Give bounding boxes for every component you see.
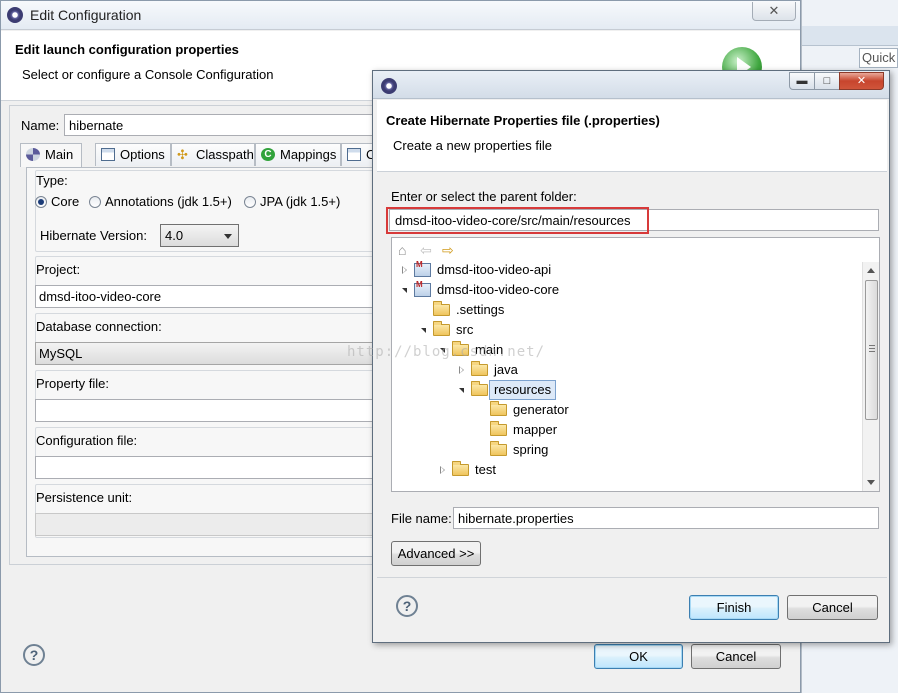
tab-main[interactable]: Main	[20, 143, 82, 167]
collapse-arrow-icon[interactable]	[421, 328, 426, 333]
configuration-file-label: Configuration file:	[36, 433, 138, 448]
folder-icon	[433, 301, 450, 316]
advanced-button[interactable]: Advanced >>	[391, 541, 481, 566]
configuration-file-input[interactable]	[35, 456, 390, 479]
eclipse-app-icon	[7, 7, 23, 23]
window-title: Edit Configuration	[30, 7, 142, 23]
tree-node-label: generator	[513, 402, 569, 417]
type-jpa-radio[interactable]	[244, 196, 256, 208]
type-core-radio[interactable]	[35, 196, 47, 208]
scrollbar-thumb[interactable]	[865, 280, 878, 420]
type-annotations-radio[interactable]	[89, 196, 101, 208]
project-input[interactable]: dmsd-itoo-video-core	[35, 285, 390, 308]
collapse-arrow-icon[interactable]	[459, 388, 464, 393]
tab-classpath-label: Classpath	[196, 147, 254, 162]
folder-icon	[471, 361, 488, 376]
tree-node-label: resources	[489, 380, 557, 400]
folder-tree: ⌂ ⇦ ⇨ dmsd-itoo-video-api dmsd-itoo-video…	[391, 237, 880, 492]
classpath-icon: ✣	[177, 147, 188, 162]
db-connection-label: Database connection:	[36, 319, 162, 334]
tab-mappings[interactable]: C Mappings	[255, 143, 341, 166]
dialog-titlebar: ▬ □ ✕	[373, 71, 889, 99]
header-description: Select or configure a Console Configurat…	[22, 67, 274, 82]
dialog-header: Create Hibernate Properties file (.prope…	[377, 100, 887, 172]
folder-icon	[433, 321, 450, 336]
project-icon	[414, 260, 431, 277]
type-jpa-label: JPA (jdk 1.5+)	[260, 194, 341, 209]
tree-node-label: .settings	[456, 302, 505, 317]
type-label: Type:	[36, 173, 68, 188]
hibernate-version-label: Hibernate Version:	[40, 228, 147, 243]
tree-scrollbar[interactable]	[862, 262, 879, 491]
expand-arrow-icon[interactable]	[440, 466, 445, 474]
folder-icon	[452, 461, 469, 476]
mappings-icon: C	[261, 148, 275, 161]
db-connection-select[interactable]: MySQL	[35, 342, 390, 365]
expand-arrow-icon[interactable]	[459, 366, 464, 374]
help-icon[interactable]: ?	[23, 644, 45, 666]
cancel-button[interactable]: Cancel	[691, 644, 781, 669]
tree-node-label: mapper	[513, 422, 558, 437]
dialog-description: Create a new properties file	[393, 138, 552, 153]
property-file-input[interactable]	[35, 399, 390, 422]
forward-arrow-icon[interactable]: ⇨	[442, 243, 454, 257]
watermark-text: http://blog.csdn.net/	[347, 344, 546, 360]
home-icon[interactable]: ⌂	[398, 243, 406, 257]
file-name-input[interactable]: hibernate.properties	[453, 507, 879, 529]
project-icon	[414, 280, 431, 297]
maximize-button[interactable]: □	[814, 72, 840, 90]
scroll-down-arrow-icon[interactable]	[867, 480, 875, 485]
file-name-label: File name:	[391, 511, 452, 526]
hibernate-version-value: 4.0	[165, 228, 184, 243]
header-title: Edit launch configuration properties	[15, 42, 239, 57]
quick-access-field[interactable]: Quick	[859, 48, 898, 68]
ide-toolbar-strip	[802, 26, 898, 46]
chevron-down-icon	[224, 234, 232, 239]
ok-button[interactable]: OK	[594, 644, 683, 669]
tree-node-label: src	[456, 322, 474, 337]
configuration-icon	[347, 148, 361, 161]
button-bar-separator	[377, 577, 887, 578]
tree-node-label: dmsd-itoo-video-core	[437, 282, 560, 297]
folder-icon	[490, 401, 507, 416]
close-dialog-button[interactable]: ✕	[839, 72, 884, 90]
persistence-unit-input	[35, 513, 390, 536]
expand-arrow-icon[interactable]	[402, 266, 407, 274]
scroll-up-arrow-icon[interactable]	[867, 268, 875, 273]
cancel-button[interactable]: Cancel	[787, 595, 878, 620]
tree-node-label: java	[494, 362, 518, 377]
tree-node-label: dmsd-itoo-video-api	[437, 262, 552, 277]
folder-icon	[490, 421, 507, 436]
tab-classpath[interactable]: ✣ Classpath	[171, 143, 255, 166]
help-icon[interactable]: ?	[396, 595, 418, 617]
highlight-annotation-box	[386, 207, 649, 234]
type-annotations-label: Annotations (jdk 1.5+)	[105, 194, 232, 209]
hibernate-version-select[interactable]: 4.0	[160, 224, 239, 247]
project-label: Project:	[36, 262, 81, 277]
tree-node-label: test	[475, 462, 496, 477]
tab-mappings-label: Mappings	[280, 147, 337, 162]
edit-configuration-titlebar: Edit Configuration ✕	[1, 1, 800, 30]
finish-button[interactable]: Finish	[689, 595, 779, 620]
folder-icon	[490, 441, 507, 456]
persistence-unit-label: Persistence unit:	[36, 490, 133, 505]
options-icon	[101, 148, 115, 161]
name-label: Name:	[21, 118, 60, 133]
type-core-label: Core	[51, 194, 80, 209]
tab-main-label: Main	[45, 147, 74, 162]
close-window-button[interactable]: ✕	[752, 2, 796, 21]
tab-options-label: Options	[120, 147, 165, 162]
eclipse-app-icon	[381, 78, 397, 94]
property-file-label: Property file:	[36, 376, 109, 391]
dialog-heading: Create Hibernate Properties file (.prope…	[386, 113, 660, 128]
tree-node-label: spring	[513, 442, 549, 457]
collapse-arrow-icon[interactable]	[402, 288, 407, 293]
tab-options[interactable]: Options	[95, 143, 171, 166]
parent-folder-label: Enter or select the parent folder:	[391, 189, 577, 204]
back-arrow-icon[interactable]: ⇦	[420, 243, 432, 257]
main-icon	[26, 148, 40, 161]
folder-icon	[471, 381, 488, 396]
minimize-button[interactable]: ▬	[789, 72, 815, 90]
